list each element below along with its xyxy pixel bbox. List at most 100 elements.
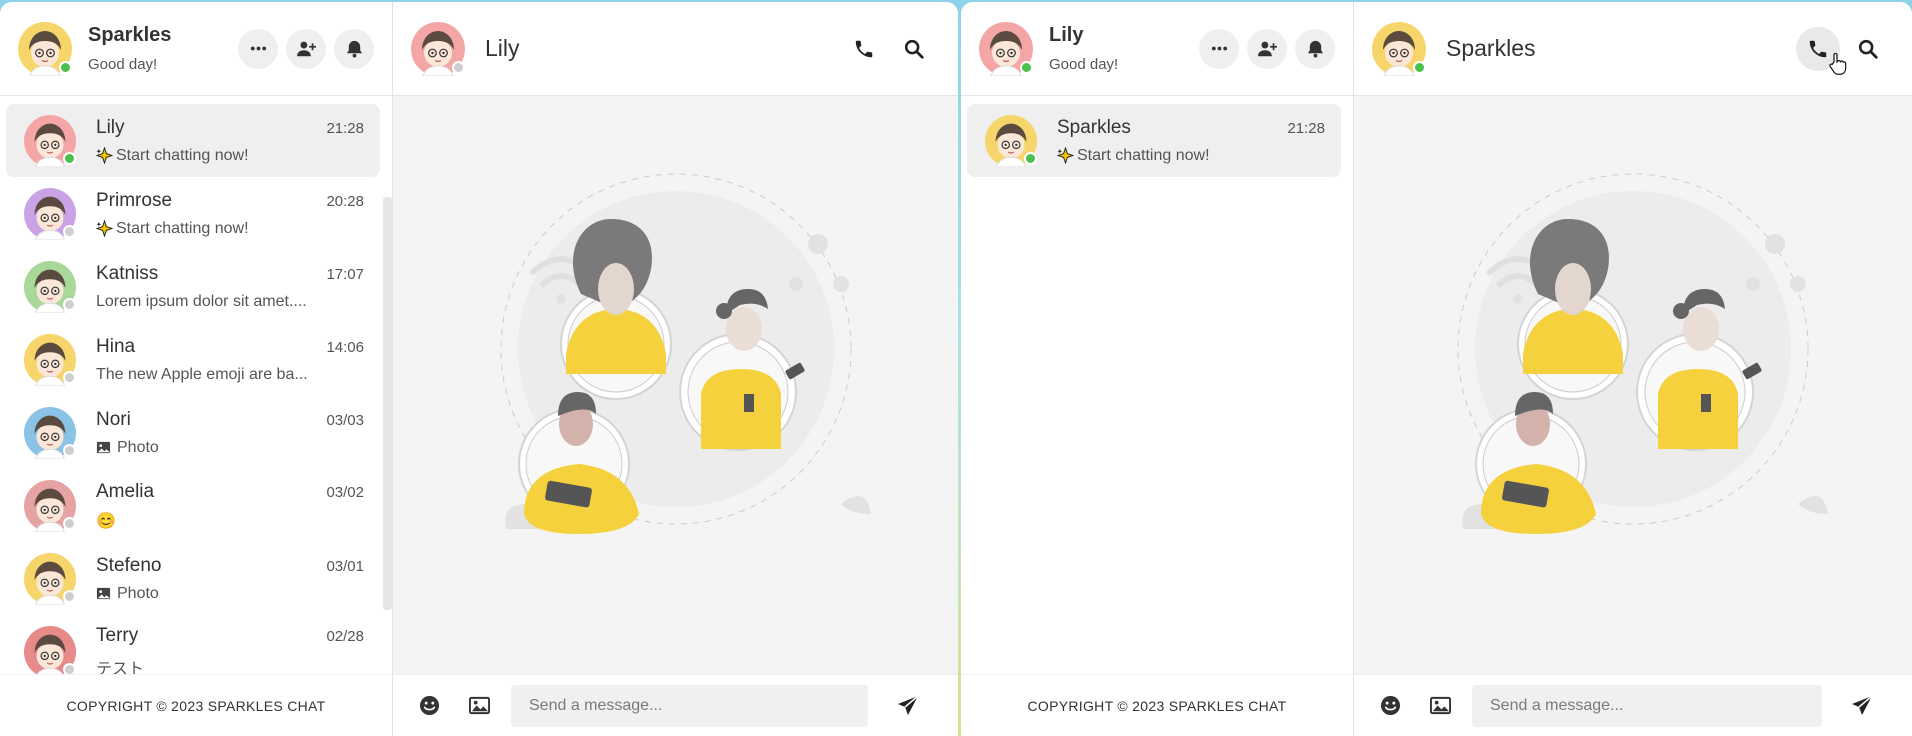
chat-partner-avatar[interactable] — [1372, 21, 1426, 76]
contact-list-scrollbar[interactable] — [383, 197, 392, 610]
presence-indicator — [1413, 60, 1426, 74]
notifications-button[interactable] — [334, 28, 374, 69]
add-user-icon — [1257, 39, 1277, 58]
message-composer — [393, 674, 958, 736]
my-status: Good day! — [88, 56, 158, 73]
send-button[interactable] — [1844, 688, 1880, 724]
contact-avatar — [24, 406, 76, 459]
sparkle-icon — [96, 147, 113, 164]
sparkle-icon — [1057, 147, 1074, 164]
contact-name: Terry — [96, 624, 139, 646]
last-message-text: テスト — [96, 660, 145, 675]
contact-time: 02/28 — [326, 627, 364, 645]
message-input[interactable] — [511, 684, 868, 727]
more-button[interactable] — [1199, 28, 1239, 69]
presence-indicator — [1024, 151, 1037, 165]
contact-item-katniss[interactable]: Katniss 17:07 Lorem ipsum dolor sit amet… — [6, 250, 380, 323]
message-input[interactable] — [1472, 684, 1822, 727]
search-icon — [1857, 38, 1879, 60]
my-status: Good day! — [1049, 56, 1119, 73]
contact-time: 03/03 — [326, 411, 364, 429]
contact-item-stefeno[interactable]: Stefeno 03/01 Photo — [6, 542, 380, 615]
contact-last-message: テスト — [96, 655, 311, 675]
chat-partner-name: Sparkles — [1446, 35, 1536, 61]
message-composer — [1354, 674, 1912, 736]
contact-last-message: Start chatting now! — [96, 220, 311, 238]
phone-icon — [853, 38, 875, 60]
presence-indicator — [452, 60, 465, 74]
chat-empty-illustration — [393, 96, 958, 674]
add-user-button[interactable] — [286, 28, 326, 69]
contact-name: Lily — [96, 116, 125, 138]
bell-icon — [1306, 39, 1325, 58]
contact-list[interactable]: Lily 21:28 Start chatting now! Primrose … — [0, 96, 392, 674]
more-icon — [249, 39, 268, 58]
emoji-button[interactable] — [1372, 688, 1408, 724]
send-button[interactable] — [890, 688, 926, 724]
search-button[interactable] — [1846, 27, 1890, 71]
last-message-text: Lorem ipsum dolor sit amet.... — [96, 292, 307, 310]
more-icon — [1210, 39, 1229, 58]
contact-avatar — [24, 479, 76, 532]
more-button[interactable] — [238, 28, 278, 69]
emoji-button[interactable] — [411, 688, 447, 724]
add-user-button[interactable] — [1247, 28, 1287, 69]
image-icon — [1429, 695, 1451, 716]
image-icon — [96, 440, 111, 455]
contact-item-hina[interactable]: Hina 14:06 The new Apple emoji are ba... — [6, 323, 380, 396]
contact-item-lily[interactable]: Lily 21:28 Start chatting now! — [6, 104, 380, 177]
call-button[interactable] — [842, 27, 886, 71]
chat-window-left: Sparkles Good day! Lily 21:28 Start chat… — [0, 2, 958, 736]
contact-name: Nori — [96, 408, 131, 430]
contact-item-terry[interactable]: Terry 02/28 テスト — [6, 615, 380, 674]
contact-item-sparkles[interactable]: Sparkles 21:28 Start chatting now! — [967, 104, 1341, 177]
sidebar: Sparkles Good day! Lily 21:28 Start chat… — [0, 2, 393, 736]
contact-time: 03/01 — [326, 557, 364, 575]
presence-indicator — [63, 224, 76, 238]
presence-indicator — [63, 662, 76, 674]
contact-time: 03/02 — [326, 483, 364, 501]
contact-last-message: Photo — [96, 439, 311, 457]
last-message-text: The new Apple emoji are ba... — [96, 365, 308, 383]
contact-time: 21:28 — [1287, 119, 1325, 137]
contact-name: Amelia — [96, 480, 155, 502]
presence-indicator — [1020, 60, 1033, 74]
contact-item-primrose[interactable]: Primrose 20:28 Start chatting now! — [6, 177, 380, 250]
chat-empty-illustration — [1354, 96, 1912, 674]
presence-indicator — [59, 60, 72, 74]
emoji-icon — [419, 695, 440, 716]
last-message-text: Start chatting now! — [1077, 146, 1210, 164]
presence-indicator — [63, 443, 76, 457]
contact-name: Hina — [96, 335, 136, 357]
image-icon — [96, 586, 111, 601]
contact-item-nori[interactable]: Nori 03/03 Photo — [6, 396, 380, 469]
contact-last-message: Lorem ipsum dolor sit amet.... — [96, 293, 311, 311]
contact-avatar — [24, 260, 76, 313]
call-button[interactable] — [1796, 26, 1840, 71]
search-button[interactable] — [892, 27, 936, 71]
my-avatar[interactable] — [18, 21, 72, 76]
attach-image-button[interactable] — [461, 688, 497, 724]
chat-panel: Sparkles — [1354, 2, 1912, 736]
chat-partner-name: Lily — [485, 35, 520, 61]
last-message-text: Start chatting now! — [116, 146, 249, 164]
send-icon — [1850, 694, 1874, 718]
contact-name: Stefeno — [96, 554, 162, 576]
contact-avatar — [24, 187, 76, 240]
sidebar-header: Sparkles Good day! — [0, 2, 392, 96]
last-message-text: Photo — [117, 438, 159, 456]
chat-partner-avatar[interactable] — [411, 21, 465, 76]
presence-indicator — [63, 151, 76, 165]
last-message-text: Start chatting now! — [116, 219, 249, 237]
contact-name: Primrose — [96, 189, 173, 211]
contact-last-message: 😊 — [96, 511, 311, 531]
contact-list[interactable]: Sparkles 21:28 Start chatting now! — [961, 96, 1353, 674]
send-icon — [896, 694, 920, 718]
attach-image-button[interactable] — [1422, 688, 1458, 724]
contact-avatar — [24, 552, 76, 605]
sidebar: Lily Good day! Sparkles 21:28 Start chat… — [961, 2, 1354, 736]
contact-last-message: The new Apple emoji are ba... — [96, 366, 311, 384]
contact-item-amelia[interactable]: Amelia 03/02 😊 — [6, 469, 380, 542]
notifications-button[interactable] — [1295, 28, 1335, 69]
my-avatar[interactable] — [979, 21, 1033, 76]
